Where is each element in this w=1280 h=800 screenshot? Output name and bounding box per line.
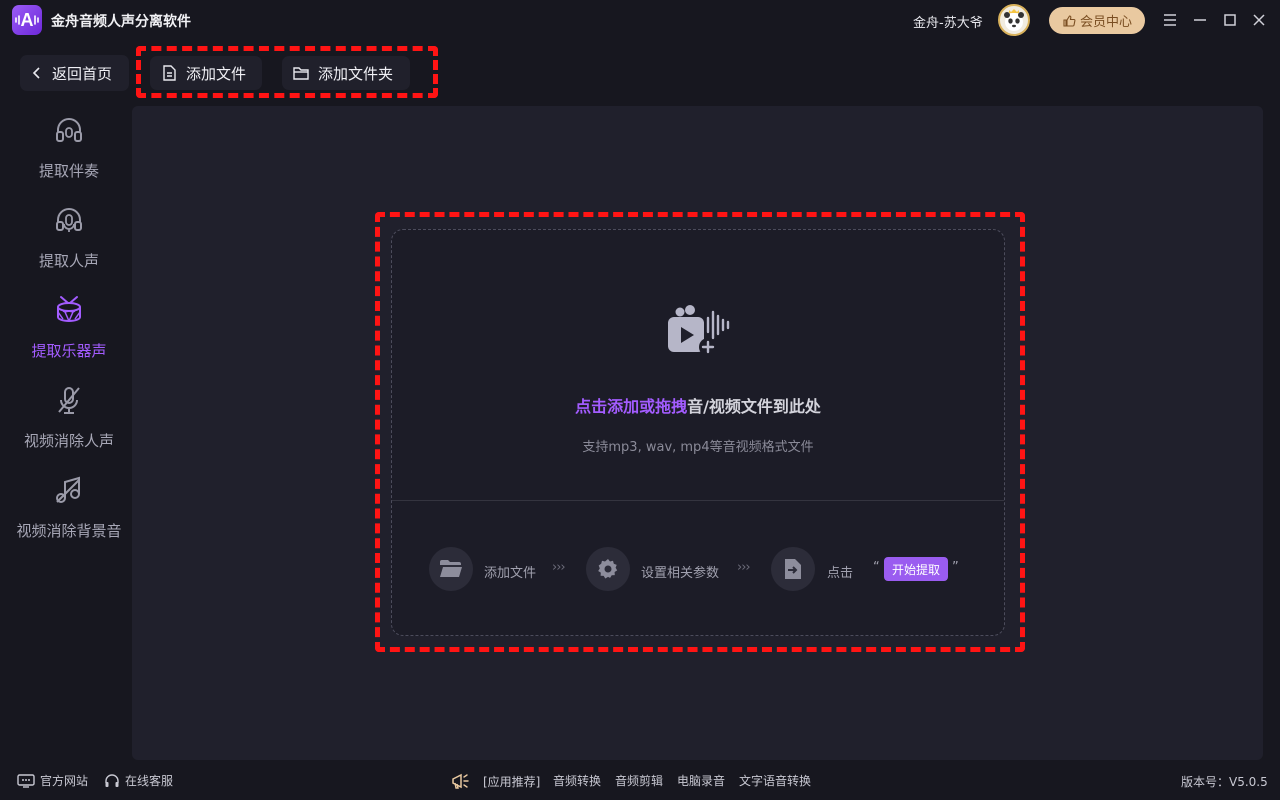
add-folder-button[interactable]: 添加文件夹	[282, 56, 410, 90]
vip-center-button[interactable]: 会员中心	[1049, 7, 1145, 34]
step-start-label: 点击	[827, 566, 854, 581]
version-label: 版本号：V5.0.5	[1181, 775, 1268, 789]
panda-avatar-icon	[1004, 9, 1024, 31]
file-icon	[163, 65, 176, 81]
minimize-button[interactable]	[1190, 10, 1210, 30]
step-settings-label: 设置相关参数	[641, 566, 720, 581]
official-website-link[interactable]: 官方网站	[17, 772, 88, 789]
quote-open: “	[873, 560, 880, 575]
music-off-icon	[56, 476, 80, 503]
quote-close: ”	[952, 560, 959, 575]
close-button[interactable]	[1249, 10, 1269, 30]
step-settings-circle	[586, 547, 630, 591]
back-home-button[interactable]: 返回首页	[20, 55, 129, 91]
sidebar-item-remove-video-background[interactable]: 视频消除背景音	[0, 468, 138, 554]
sidebar-item-extract-accompaniment[interactable]: 提取伴奏	[0, 108, 138, 194]
step-arrow: ›››	[737, 560, 751, 575]
add-file-button[interactable]: 添加文件	[150, 56, 262, 90]
start-extract-badge: 开始提取	[884, 557, 948, 581]
minimize-icon	[1194, 19, 1206, 21]
sidebar-item-label: 提取乐器声	[31, 342, 107, 360]
app-recommend-group: [应用推荐]	[450, 772, 540, 790]
maximize-icon	[1224, 14, 1236, 26]
step-add-file-label: 添加文件	[484, 566, 537, 581]
app-logo: A	[12, 5, 42, 35]
add-folder-label: 添加文件夹	[318, 64, 394, 83]
sidebar-item-extract-instruments[interactable]: 提取乐器声	[0, 288, 138, 374]
step-start-circle	[771, 547, 815, 591]
gear-icon	[598, 559, 618, 579]
menu-button[interactable]	[1160, 10, 1180, 30]
dropzone-title: 点击添加或拖拽音/视频文件到此处	[391, 393, 1005, 417]
recommend-link-pc-recording[interactable]: 电脑录音	[677, 772, 725, 789]
export-icon	[785, 559, 801, 579]
online-support-link[interactable]: 在线客服	[104, 772, 173, 789]
chevron-left-icon	[32, 67, 40, 79]
headset-icon	[105, 773, 119, 787]
recommend-link-audio-convert[interactable]: 音频转换	[553, 772, 601, 789]
add-media-icon	[668, 305, 730, 356]
maximize-button[interactable]	[1220, 10, 1240, 30]
monitor-icon	[17, 773, 35, 788]
sidebar-item-label: 提取人声	[38, 252, 99, 270]
recommend-link-text-to-speech[interactable]: 文字语音转换	[739, 772, 811, 789]
dropzone-divider	[392, 500, 1004, 501]
mic-off-icon	[58, 387, 80, 414]
drum-icon	[57, 296, 81, 323]
username[interactable]: 金舟-苏大爷	[913, 12, 983, 31]
dropzone-title-highlight[interactable]: 点击添加或拖拽	[575, 397, 687, 416]
online-support-label: 在线客服	[125, 774, 174, 788]
step-arrow: ›››	[552, 560, 566, 575]
recommend-link-audio-edit[interactable]: 音频剪辑	[615, 772, 663, 789]
sidebar-item-extract-vocals[interactable]: 提取人声	[0, 198, 138, 284]
sidebar-item-label: 提取伴奏	[38, 162, 99, 180]
close-icon	[1253, 14, 1265, 26]
dropzone-title-rest: 音/视频文件到此处	[687, 397, 821, 416]
megaphone-icon	[452, 773, 469, 789]
sidebar-item-remove-video-vocals[interactable]: 视频消除人声	[0, 378, 138, 464]
vip-center-label: 会员中心	[1079, 15, 1132, 30]
title-bar: A 金舟音频人声分离软件 金舟-苏大爷 会员中心	[0, 0, 1280, 40]
official-website-label: 官方网站	[40, 774, 89, 788]
add-file-label: 添加文件	[186, 64, 247, 83]
sidebar-item-label: 视频消除背景音	[16, 522, 122, 540]
folder-icon	[293, 67, 309, 80]
app-title: 金舟音频人声分离软件	[51, 14, 191, 30]
step-add-file-circle	[429, 547, 473, 591]
menu-icon	[1164, 14, 1176, 26]
dropzone-subtitle: 支持mp3, wav, mp4等音视频格式文件	[582, 440, 814, 455]
microphone-icon	[56, 208, 82, 232]
avatar[interactable]	[998, 4, 1030, 36]
sidebar-item-label: 视频消除人声	[23, 432, 114, 450]
app-recommend-label: [应用推荐]	[483, 774, 541, 789]
headphone-icon	[56, 118, 82, 142]
back-home-label: 返回首页	[52, 64, 113, 83]
folder-icon	[440, 560, 462, 577]
app-logo-letter: A	[20, 9, 34, 30]
thumbs-up-icon	[1063, 14, 1076, 27]
